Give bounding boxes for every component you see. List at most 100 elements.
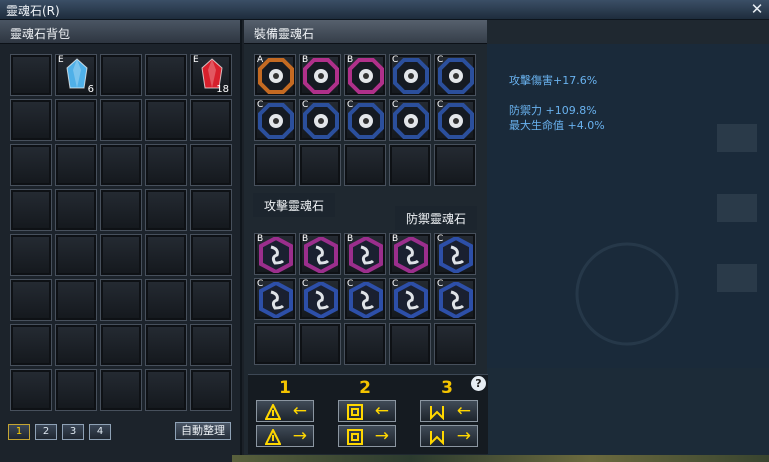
- grade-label: B: [257, 234, 264, 244]
- soulstone-slot[interactable]: [434, 144, 476, 186]
- help-button[interactable]: ?: [471, 376, 486, 391]
- bag-slot[interactable]: [145, 369, 187, 411]
- preset-3-load-button[interactable]: ←: [420, 400, 478, 422]
- soulstone-slot[interactable]: C: [344, 99, 386, 141]
- preset-2-save-button[interactable]: →: [338, 425, 396, 447]
- soulstone-slot[interactable]: C: [434, 233, 476, 275]
- preset-3-number: 3: [441, 378, 453, 398]
- soulstone-slot[interactable]: [389, 144, 431, 186]
- page-button-2[interactable]: 2: [35, 424, 57, 440]
- triangle-rune-icon: [265, 404, 281, 420]
- bag-slot[interactable]: [10, 144, 52, 186]
- bag-slot[interactable]: [10, 99, 52, 141]
- bag-slot[interactable]: [55, 324, 97, 366]
- dragon-soulstone-icon: [304, 282, 338, 318]
- preset-2-load-button[interactable]: ←: [338, 400, 396, 422]
- bag-slot[interactable]: [55, 369, 97, 411]
- bag-slot[interactable]: [190, 99, 232, 141]
- soulstone-slot[interactable]: A: [254, 54, 296, 96]
- bag-slot[interactable]: [190, 189, 232, 231]
- soulstone-slot[interactable]: C: [434, 278, 476, 320]
- soulstone-slot[interactable]: C: [434, 54, 476, 96]
- bag-slot[interactable]: [145, 54, 187, 96]
- soulstone-slot[interactable]: C: [389, 54, 431, 96]
- soulstone-slot[interactable]: B: [254, 233, 296, 275]
- soulstone-slot[interactable]: C: [299, 278, 341, 320]
- equip-tab[interactable]: 裝備靈魂石: [244, 20, 487, 44]
- grade-label: C: [257, 279, 264, 289]
- bag-slot[interactable]: [190, 279, 232, 321]
- bag-slot[interactable]: [10, 369, 52, 411]
- window-titlebar: 靈魂石(R) ✕: [0, 0, 769, 20]
- bag-slot[interactable]: [145, 99, 187, 141]
- soulstone-slot[interactable]: C: [254, 99, 296, 141]
- page-button-1[interactable]: 1: [8, 424, 30, 440]
- bag-slot[interactable]: E 18: [190, 54, 232, 96]
- soulstone-slot[interactable]: [389, 323, 431, 365]
- preset-3-save-button[interactable]: →: [420, 425, 478, 447]
- preset-1-load-button[interactable]: ←: [256, 400, 314, 422]
- preset-2-number: 2: [359, 378, 371, 398]
- bag-slot[interactable]: [100, 279, 142, 321]
- soulstone-slot[interactable]: C: [254, 278, 296, 320]
- auto-sort-button[interactable]: 自動整理: [175, 422, 231, 440]
- bag-slot[interactable]: [100, 234, 142, 276]
- soulstone-slot[interactable]: [434, 323, 476, 365]
- preset-1-number: 1: [279, 378, 291, 398]
- soulstone-slot[interactable]: B: [299, 233, 341, 275]
- bag-slot[interactable]: [100, 144, 142, 186]
- soulstone-slot[interactable]: C: [434, 99, 476, 141]
- bag-slot[interactable]: [55, 279, 97, 321]
- bag-slot[interactable]: [100, 54, 142, 96]
- attack-soulstone-tab[interactable]: 攻擊靈魂石: [253, 193, 336, 217]
- bag-slot[interactable]: [190, 324, 232, 366]
- soulstone-slot[interactable]: B: [389, 233, 431, 275]
- bag-slot[interactable]: [145, 189, 187, 231]
- page-button-4[interactable]: 4: [89, 424, 111, 440]
- bag-slot[interactable]: [10, 324, 52, 366]
- bag-header: 靈魂石背包: [0, 20, 240, 44]
- soulstone-slot[interactable]: B: [344, 54, 386, 96]
- bag-slot[interactable]: [100, 369, 142, 411]
- soulstone-slot[interactable]: C: [389, 99, 431, 141]
- preset-1-save-button[interactable]: →: [256, 425, 314, 447]
- bag-slot[interactable]: [55, 234, 97, 276]
- page-button-3[interactable]: 3: [62, 424, 84, 440]
- close-icon[interactable]: ✕: [749, 1, 765, 17]
- bag-slot[interactable]: [100, 189, 142, 231]
- dragon-soulstone-icon: [394, 237, 428, 273]
- soulstone-slot[interactable]: [254, 323, 296, 365]
- bag-slot[interactable]: [55, 99, 97, 141]
- bag-slot[interactable]: [100, 324, 142, 366]
- bag-slot[interactable]: [10, 189, 52, 231]
- bag-slot[interactable]: [100, 99, 142, 141]
- defense-soulstone-tab[interactable]: 防禦靈魂石: [395, 206, 478, 230]
- soulstone-slot[interactable]: C: [344, 278, 386, 320]
- soulstone-slot[interactable]: B: [344, 233, 386, 275]
- soulstone-slot[interactable]: C: [389, 278, 431, 320]
- bag-slot[interactable]: [190, 234, 232, 276]
- soulstone-slot[interactable]: [344, 144, 386, 186]
- soulstone-slot[interactable]: C: [299, 99, 341, 141]
- grade-label: C: [347, 279, 354, 289]
- bag-slot[interactable]: [190, 369, 232, 411]
- bag-slot[interactable]: [145, 279, 187, 321]
- soulstone-slot[interactable]: B: [299, 54, 341, 96]
- bag-slot[interactable]: [10, 54, 52, 96]
- bag-slot[interactable]: [55, 189, 97, 231]
- soulstone-slot[interactable]: [254, 144, 296, 186]
- soulstone-slot[interactable]: [299, 144, 341, 186]
- bag-slot[interactable]: [10, 234, 52, 276]
- grade-label: C: [257, 100, 264, 110]
- soulstone-slot[interactable]: [344, 323, 386, 365]
- bag-slot[interactable]: [55, 144, 97, 186]
- bag-slot[interactable]: [145, 324, 187, 366]
- bag-slot[interactable]: [145, 144, 187, 186]
- bag-slot[interactable]: [145, 234, 187, 276]
- bag-slot[interactable]: [190, 144, 232, 186]
- soulstone-slot[interactable]: [299, 323, 341, 365]
- bag-slot[interactable]: E6: [55, 54, 97, 96]
- soulstone-icon: [438, 103, 474, 139]
- equip-top-grid: A B B C C C C C C C: [254, 54, 476, 186]
- bag-slot[interactable]: [10, 279, 52, 321]
